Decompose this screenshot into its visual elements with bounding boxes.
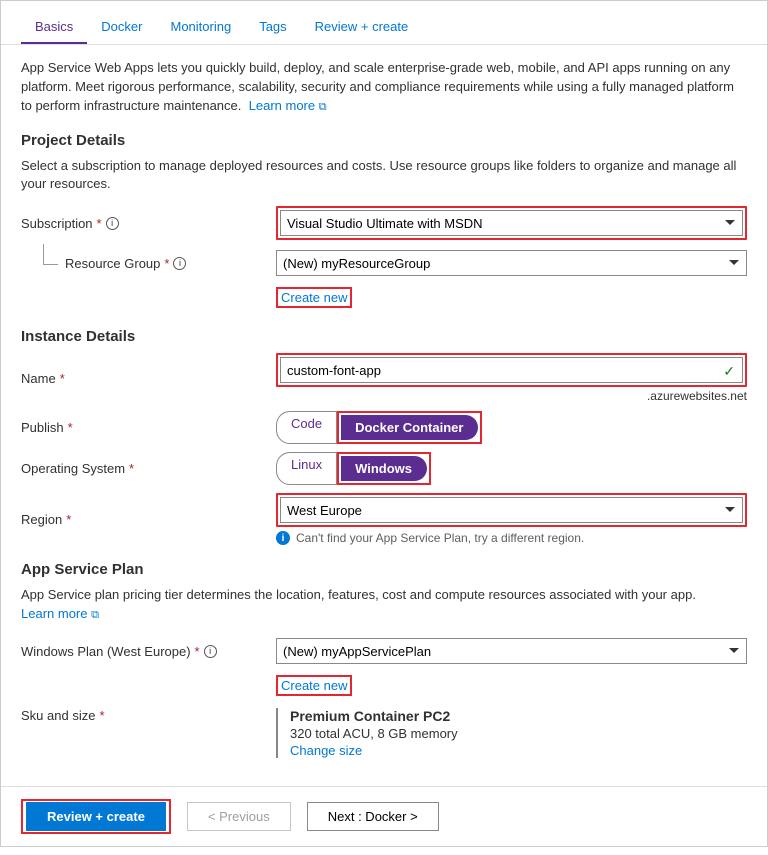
required-icon: * bbox=[60, 371, 65, 386]
tab-monitoring[interactable]: Monitoring bbox=[156, 11, 245, 44]
required-icon: * bbox=[99, 708, 104, 723]
tab-review[interactable]: Review + create bbox=[301, 11, 423, 44]
publish-code-option[interactable]: Code bbox=[276, 411, 337, 444]
required-icon: * bbox=[97, 216, 102, 231]
sku-detail: 320 total ACU, 8 GB memory bbox=[290, 726, 747, 741]
info-icon[interactable]: i bbox=[106, 217, 119, 230]
os-windows-option[interactable]: Windows bbox=[341, 456, 427, 481]
next-button[interactable]: Next : Docker > bbox=[307, 802, 439, 831]
info-icon: i bbox=[276, 531, 290, 545]
tab-tags[interactable]: Tags bbox=[245, 11, 300, 44]
publish-docker-option[interactable]: Docker Container bbox=[341, 415, 478, 440]
name-input[interactable] bbox=[280, 357, 743, 383]
resource-group-select[interactable]: (New) myResourceGroup bbox=[276, 250, 747, 276]
app-service-plan-heading: App Service Plan bbox=[21, 561, 747, 578]
footer-bar: Review + create < Previous Next : Docker… bbox=[1, 786, 767, 846]
intro-text: App Service Web Apps lets you quickly bu… bbox=[21, 59, 747, 116]
info-icon[interactable]: i bbox=[173, 257, 186, 270]
windows-plan-select[interactable]: (New) myAppServicePlan bbox=[276, 638, 747, 664]
plan-learn-more-link[interactable]: Learn more ⧉ bbox=[21, 606, 99, 621]
tab-basics[interactable]: Basics bbox=[21, 11, 87, 44]
subscription-select[interactable]: Visual Studio Ultimate with MSDN bbox=[280, 210, 743, 236]
required-icon: * bbox=[129, 461, 134, 476]
os-linux-option[interactable]: Linux bbox=[276, 452, 337, 485]
sku-title: Premium Container PC2 bbox=[290, 708, 747, 724]
region-select[interactable]: West Europe bbox=[280, 497, 743, 523]
required-icon: * bbox=[164, 256, 169, 271]
name-label: Name bbox=[21, 371, 56, 386]
previous-button: < Previous bbox=[187, 802, 291, 831]
os-label: Operating System bbox=[21, 461, 125, 476]
required-icon: * bbox=[66, 512, 71, 527]
external-link-icon: ⧉ bbox=[319, 101, 327, 113]
plan-create-new-link[interactable]: Create new bbox=[281, 678, 347, 693]
review-create-button[interactable]: Review + create bbox=[26, 802, 166, 831]
subscription-label: Subscription bbox=[21, 216, 93, 231]
sku-label: Sku and size bbox=[21, 708, 95, 723]
check-icon: ✓ bbox=[723, 363, 735, 380]
project-details-heading: Project Details bbox=[21, 132, 747, 149]
required-icon: * bbox=[195, 644, 200, 659]
instance-details-heading: Instance Details bbox=[21, 328, 747, 345]
required-icon: * bbox=[68, 420, 73, 435]
resource-group-create-new-link[interactable]: Create new bbox=[281, 290, 347, 305]
app-service-plan-desc: App Service plan pricing tier determines… bbox=[21, 586, 747, 624]
region-info-text: Can't find your App Service Plan, try a … bbox=[296, 531, 584, 545]
resource-group-label: Resource Group bbox=[65, 256, 160, 271]
external-link-icon: ⧉ bbox=[91, 609, 99, 621]
info-icon[interactable]: i bbox=[204, 645, 217, 658]
windows-plan-label: Windows Plan (West Europe) bbox=[21, 644, 191, 659]
change-size-link[interactable]: Change size bbox=[290, 743, 362, 758]
domain-suffix: .azurewebsites.net bbox=[276, 389, 747, 403]
tab-bar: Basics Docker Monitoring Tags Review + c… bbox=[1, 1, 767, 45]
intro-learn-more-link[interactable]: Learn more ⧉ bbox=[249, 98, 327, 113]
region-label: Region bbox=[21, 512, 62, 527]
project-details-desc: Select a subscription to manage deployed… bbox=[21, 157, 747, 195]
tab-docker[interactable]: Docker bbox=[87, 11, 156, 44]
publish-label: Publish bbox=[21, 420, 64, 435]
